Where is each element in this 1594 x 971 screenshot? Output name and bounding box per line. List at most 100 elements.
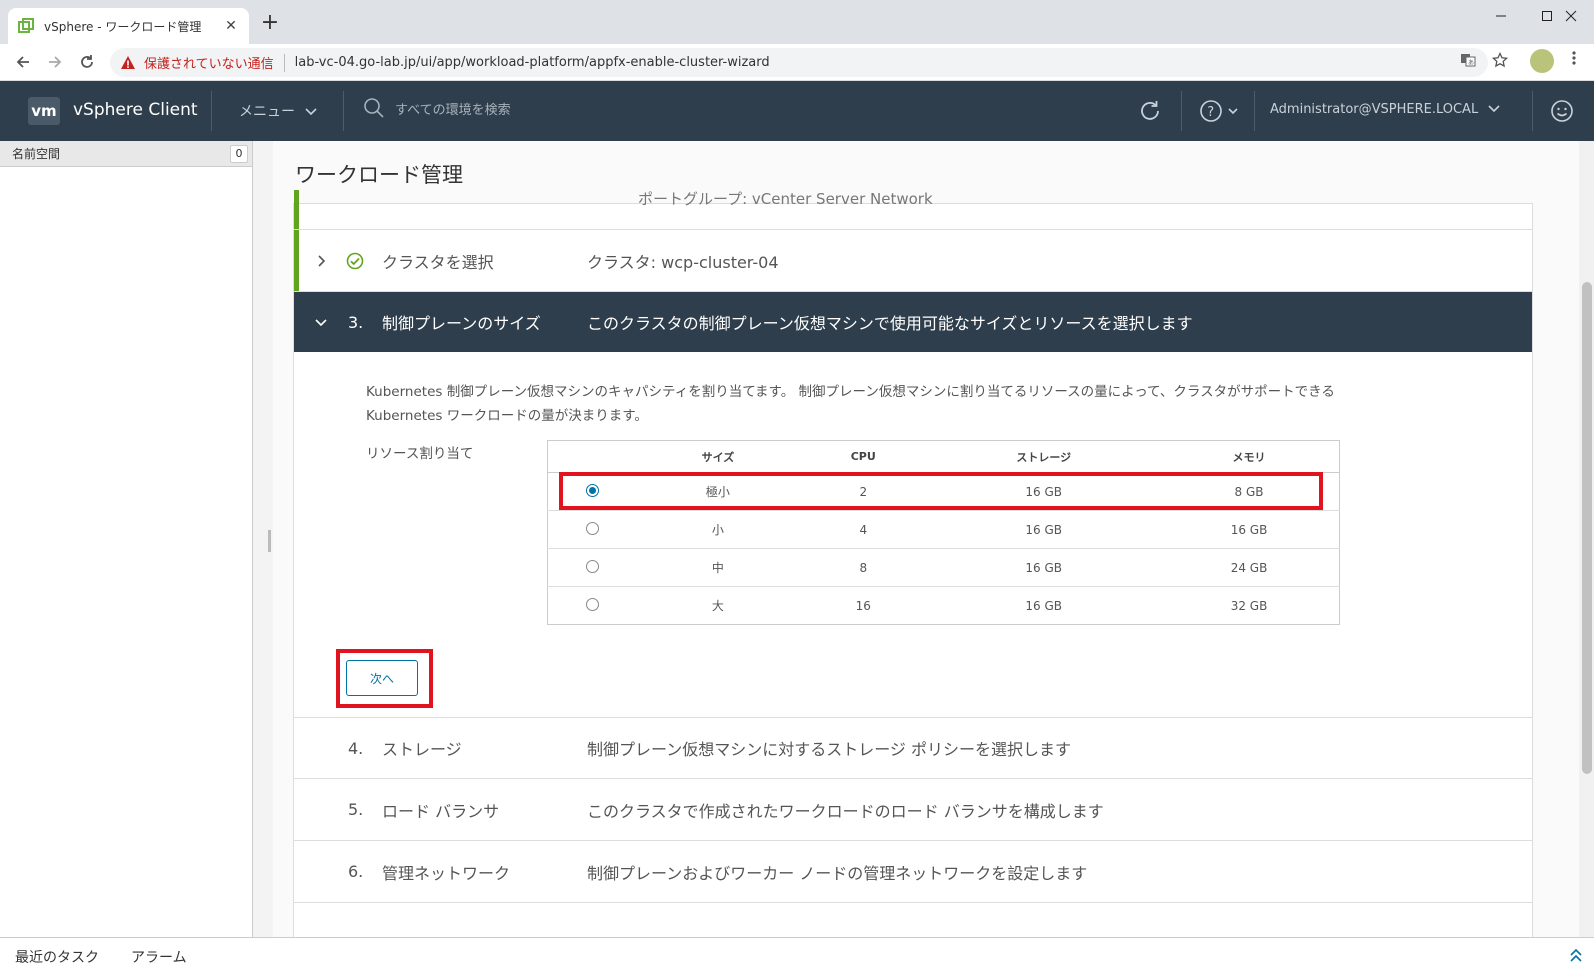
- namespace-sidebar: 名前空間 0: [0, 141, 253, 937]
- table-row[interactable]: 大 16 16 GB 32 GB: [548, 587, 1340, 625]
- highlight-selected-row: [559, 472, 1323, 510]
- back-arrow-icon[interactable]: [11, 50, 35, 74]
- browser-tab-bar: vSphere - ワークロード管理 ✕ +: [0, 0, 1594, 44]
- search-placeholder: すべての環境を検索: [395, 102, 511, 118]
- step-name: ロード バランサ: [382, 801, 500, 821]
- description-line: Kubernetes 制御プレーン仮想マシンのキャパシティを割り当てます。 制御…: [366, 384, 1335, 400]
- tab-recent-tasks[interactable]: 最近のタスク: [15, 947, 99, 967]
- step-desc: クラスタ: wcp-cluster-04: [587, 252, 779, 272]
- cpu-cell: 16: [855, 598, 871, 613]
- next-button[interactable]: 次へ: [346, 660, 418, 696]
- storage-cell: 16 GB: [928, 548, 1160, 587]
- chevron-down-icon[interactable]: [314, 315, 328, 329]
- step-description: Kubernetes 制御プレーン仮想マシンのキャパシティを割り当てます。 制御…: [366, 380, 1386, 428]
- smiley-feedback-icon[interactable]: [1548, 97, 1576, 125]
- chevron-down-icon: [1488, 105, 1500, 113]
- memory-cell: 32 GB: [1230, 598, 1268, 613]
- radio-column-header: [547, 440, 638, 473]
- size-radio-medium[interactable]: [586, 559, 600, 573]
- vm-logo[interactable]: vm: [28, 97, 60, 125]
- svg-text:?: ?: [1207, 105, 1214, 120]
- profile-avatar[interactable]: [1530, 49, 1554, 73]
- column-header-size: サイズ: [637, 440, 799, 473]
- step-name: ストレージ: [382, 740, 462, 759]
- storage-cell: 16 GB: [1025, 598, 1063, 613]
- reload-icon[interactable]: [75, 50, 99, 74]
- svg-text:あ: あ: [1468, 60, 1474, 67]
- column-header-storage: ストレージ: [928, 440, 1160, 473]
- minimize-icon[interactable]: [1478, 0, 1524, 32]
- radio-cell[interactable]: [548, 587, 638, 625]
- sidebar-title: 名前空間: [12, 147, 61, 161]
- chevron-right-icon[interactable]: [314, 254, 328, 268]
- url-text[interactable]: lab-vc-04.go-lab.jp/ui/app/workload-plat…: [295, 55, 770, 70]
- tab-close-icon[interactable]: ✕: [223, 18, 239, 34]
- column-header-memory: メモリ: [1159, 440, 1340, 473]
- step-name: クラスタを選択: [382, 252, 494, 272]
- size-radio-small[interactable]: [586, 521, 600, 535]
- description-line: Kubernetes ワークロードの量が決まります。: [366, 408, 648, 424]
- address-bar: 保護されていない通信 lab-vc-04.go-lab.jp/ui/app/wo…: [0, 44, 1594, 81]
- page-title: ワークロード管理: [295, 163, 463, 187]
- header-divider: [1532, 91, 1533, 131]
- star-icon[interactable]: [1490, 50, 1510, 70]
- step-desc: 制御プレーンおよびワーカー ノードの管理ネットワークを設定します: [587, 863, 1088, 883]
- header-divider: [211, 91, 212, 131]
- enable-cluster-wizard: ポートグループ: vCenter Server Network クラスタを選択 …: [293, 190, 1533, 937]
- resource-allocation-table: サイズ CPU ストレージ メモリ 極小 2 16 GB 8 GB 小 4 16…: [547, 440, 1340, 625]
- chevron-down-icon: [305, 108, 318, 116]
- wizard-step-select-cluster[interactable]: クラスタを選択 クラスタ: wcp-cluster-04: [294, 230, 1532, 292]
- url-box[interactable]: 保護されていない通信 lab-vc-04.go-lab.jp/ui/app/wo…: [110, 48, 1488, 77]
- size-cell: 大: [711, 599, 724, 613]
- window-close-icon[interactable]: [1548, 0, 1594, 32]
- resource-allocation-label: リソース割り当て: [366, 446, 474, 462]
- vsphere-header: vm vSphere Client メニュー すべての環境を検索 ? Admin…: [0, 81, 1594, 141]
- browser-menu-icon[interactable]: [1564, 50, 1584, 74]
- new-tab-button[interactable]: +: [258, 12, 282, 36]
- wizard-step-storage[interactable]: 4. ストレージ 制御プレーン仮想マシンに対するストレージ ポリシーを選択します: [294, 717, 1532, 779]
- tab-alarms[interactable]: アラーム: [131, 947, 187, 967]
- browser-tab[interactable]: vSphere - ワークロード管理 ✕: [8, 8, 249, 44]
- warning-icon: [121, 55, 135, 69]
- help-icon[interactable]: ?: [1198, 97, 1244, 125]
- search-icon: [364, 98, 384, 118]
- wizard-step-control-plane-size[interactable]: 3. 制御プレーンのサイズ このクラスタの制御プレーン仮想マシンで使用可能なサイ…: [294, 292, 1532, 352]
- refresh-icon[interactable]: [1136, 97, 1164, 125]
- vsphere-favicon-icon: [18, 18, 34, 33]
- main-scrollbar-thumb[interactable]: [1582, 282, 1592, 774]
- step-number: 6.: [348, 862, 364, 881]
- header-divider: [343, 91, 344, 131]
- step-complete-bar: [294, 190, 299, 229]
- radio-cell[interactable]: [547, 548, 638, 587]
- step-number: 5.: [348, 800, 364, 819]
- bottom-panel-bar: 最近のタスク アラーム: [0, 937, 1594, 971]
- step-desc: 制御プレーン仮想マシンに対するストレージ ポリシーを選択します: [587, 740, 1071, 759]
- step-name: 管理ネットワーク: [382, 863, 511, 883]
- wizard-step-management-network[interactable]: 6. 管理ネットワーク 制御プレーンおよびワーカー ノードの管理ネットワークを設…: [294, 841, 1532, 903]
- url-separator: [283, 53, 285, 72]
- radio-cell[interactable]: [547, 510, 638, 549]
- forward-arrow-icon[interactable]: [43, 50, 67, 74]
- splitter-handle[interactable]: [268, 530, 271, 552]
- tab-title: vSphere - ワークロード管理: [44, 19, 202, 34]
- translate-icon[interactable]: あ: [1458, 50, 1478, 70]
- user-menu[interactable]: Administrator@VSPHERE.LOCAL: [1270, 102, 1500, 117]
- cpu-cell: 4: [798, 510, 929, 549]
- step-desc: このクラスタの制御プレーン仮想マシンで使用可能なサイズとリソースを選択します: [587, 314, 1193, 333]
- size-radio-large[interactable]: [586, 597, 600, 611]
- app-name[interactable]: vSphere Client: [73, 100, 198, 120]
- table-row[interactable]: 小 4 16 GB 16 GB: [547, 510, 1340, 549]
- column-header-cpu: CPU: [798, 440, 929, 473]
- memory-cell: 24 GB: [1159, 548, 1340, 587]
- menu-dropdown[interactable]: メニュー: [239, 101, 318, 121]
- step-summary-cutoff: ポートグループ: vCenter Server Network: [638, 190, 933, 208]
- wizard-step-load-balancer[interactable]: 5. ロード バランサ このクラスタで作成されたワークロードのロード バランサを…: [294, 779, 1532, 841]
- global-search[interactable]: すべての環境を検索: [363, 97, 511, 119]
- double-chevron-up-icon[interactable]: [1568, 947, 1584, 963]
- table-header-row: サイズ CPU ストレージ メモリ: [547, 440, 1340, 473]
- step-name: 制御プレーンのサイズ: [382, 314, 541, 333]
- table-row[interactable]: 中 8 16 GB 24 GB: [547, 548, 1340, 587]
- memory-cell: 16 GB: [1159, 510, 1340, 549]
- size-cell: 中: [637, 548, 799, 587]
- security-warning[interactable]: 保護されていない通信: [144, 53, 274, 72]
